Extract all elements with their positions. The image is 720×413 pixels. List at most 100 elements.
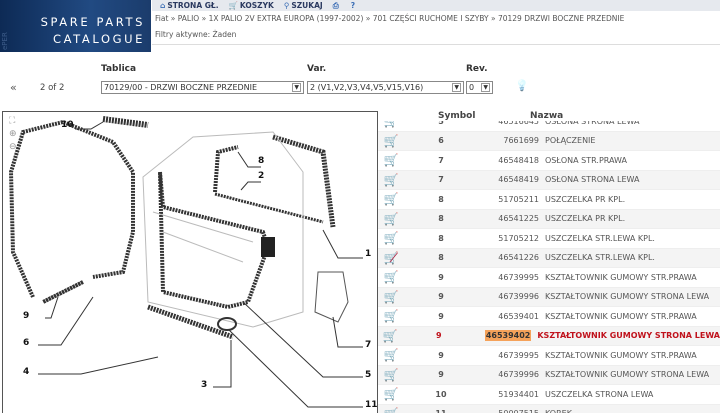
callout-4[interactable]: 4 xyxy=(23,367,29,377)
logo-side-text: ePER xyxy=(1,32,9,50)
nav-home[interactable]: ⌂ STRONA GŁ. xyxy=(160,1,219,10)
callout-9[interactable]: 9 xyxy=(23,311,29,321)
callout-3[interactable]: 3 xyxy=(201,380,207,390)
table-row[interactable]: 🛒 9 46739995 KSZTAŁTOWNIK GUMOWY STR.PRA… xyxy=(378,268,720,288)
callout-5[interactable]: 5 xyxy=(365,370,371,380)
add-to-cart-icon[interactable]: 🛒 xyxy=(380,387,402,401)
nav-label: KOSZYK xyxy=(239,1,274,10)
chevron-down-icon: ▼ xyxy=(452,83,461,92)
chevron-down-icon: ▼ xyxy=(292,83,301,92)
add-to-cart-icon[interactable]: 🛒 xyxy=(380,121,402,128)
ref-number: 9 xyxy=(438,311,444,321)
rev-select[interactable]: 0 ▼ xyxy=(466,81,493,94)
lightbulb-icon[interactable]: 💡 xyxy=(515,79,529,92)
add-to-cart-icon[interactable]: 🛒 xyxy=(380,368,402,382)
add-to-cart-icon[interactable]: 🛒 xyxy=(380,290,402,304)
table-row[interactable]: 🛒 7 46548418 OSŁONA STR.PRAWA xyxy=(378,151,720,171)
nav-print[interactable]: ⎙ xyxy=(333,1,341,11)
ref-number: 9 xyxy=(438,272,444,282)
ref-number: 5 xyxy=(438,121,444,126)
prev-page-button[interactable]: « xyxy=(10,81,17,94)
ref-number: 11 xyxy=(424,409,458,413)
tablica-value: 70129/00 - DRZWI BOCZNE PRZEDNIE xyxy=(104,83,258,92)
cart-unavailable-icon[interactable]: 🛒̸ xyxy=(380,251,402,265)
table-row[interactable]: 🛒 9 46739996 KSZTAŁTOWNIK GUMOWY STRONA … xyxy=(378,365,720,385)
table-row[interactable]: 🛒 10 51934401 USZCZELKA STRONA LEWA xyxy=(378,385,720,405)
symbol-header: Symbol xyxy=(438,111,476,121)
part-name: KSZTAŁTOWNIK GUMOWY STRONA LEWA xyxy=(537,331,720,341)
ref-number: 9 xyxy=(436,331,442,341)
table-row[interactable]: 🛒 7 46548419 OSŁONA STRONA LEWA xyxy=(378,170,720,190)
part-name: OSŁONA STRONA LEWA xyxy=(545,175,640,185)
table-row[interactable]: 🛒 11 50007515 KOREK xyxy=(378,404,720,413)
table-row[interactable]: 🛒 5 46516645 OSŁONA STRONA LEWA xyxy=(378,121,720,132)
breadcrumb[interactable]: Fiat » PALIO » 1X PALIO 2V EXTRA EUROPA … xyxy=(155,14,624,23)
table-row[interactable]: 🛒 9 46739995 KSZTAŁTOWNIK GUMOWY STR.PRA… xyxy=(378,346,720,366)
search-icon: ⚲ xyxy=(283,1,290,10)
ref-number: 6 xyxy=(438,136,444,146)
nav-help[interactable]: ? xyxy=(351,1,357,10)
callout-1[interactable]: 1 xyxy=(365,249,371,259)
symbol: 7661699 xyxy=(503,136,539,146)
var-select[interactable]: 2 (V1,V2,V3,V4,V5,V15,V16) ▼ xyxy=(307,81,464,94)
add-to-cart-icon[interactable]: 🛒 xyxy=(380,348,402,362)
ref-number: 8 xyxy=(438,214,444,224)
part-name: OSŁONA STRONA LEWA xyxy=(545,121,640,126)
divider xyxy=(152,44,720,45)
ref-number: 7 xyxy=(438,155,444,165)
ref-number: 8 xyxy=(438,194,444,204)
nav-cart[interactable]: 🛒 KOSZYK xyxy=(229,1,274,10)
part-name: USZCZELKA PR KPL. xyxy=(545,214,626,224)
table-row[interactable]: 🛒 8 46541225 USZCZELKA PR KPL. xyxy=(378,209,720,229)
rev-value: 0 xyxy=(469,83,475,92)
table-row[interactable]: 🛒 8 51705212 USZCZELKA STR.LEWA KPL. xyxy=(378,229,720,249)
rev-label: Rev. xyxy=(466,64,488,74)
table-row[interactable]: 🛒 8 51705211 USZCZELKA PR KPL. xyxy=(378,190,720,210)
parts-diagram[interactable]: ⛶ ⊕ ⊖ 10 8 2 1 9 6 4 3 5 7 11 xyxy=(2,111,378,413)
tablica-select[interactable]: 70129/00 - DRZWI BOCZNE PRZEDNIE ▼ xyxy=(101,81,304,94)
ref-number: 7 xyxy=(438,175,444,185)
add-to-cart-icon[interactable]: 🛒 xyxy=(380,153,402,167)
callout-10[interactable]: 10 xyxy=(61,120,74,130)
part-name: KOREK xyxy=(545,409,572,413)
callout-6[interactable]: 6 xyxy=(23,338,29,348)
symbol: 46548418 xyxy=(498,155,539,165)
part-name: USZCZELKA STR.LEWA KPL. xyxy=(545,253,655,263)
nav-search[interactable]: ⚲ SZUKAJ xyxy=(284,1,323,10)
part-name: KSZTAŁTOWNIK GUMOWY STR.PRAWA xyxy=(545,350,697,360)
table-row[interactable]: 🛒̸ 8 46541226 USZCZELKA STR.LEWA KPL. xyxy=(378,248,720,268)
add-to-cart-icon[interactable]: 🛒 xyxy=(380,173,402,187)
table-row[interactable]: 🛒 9 46539401 KSZTAŁTOWNIK GUMOWY STR.PRA… xyxy=(378,307,720,327)
add-to-cart-icon[interactable]: 🛒 xyxy=(380,407,402,413)
add-to-cart-icon[interactable]: 🛒 xyxy=(380,192,402,206)
part-name: USZCZELKA PR KPL. xyxy=(545,194,626,204)
table-row[interactable]: 🛒 9 46739996 KSZTAŁTOWNIK GUMOWY STRONA … xyxy=(378,287,720,307)
add-to-cart-icon[interactable]: 🛒 xyxy=(380,329,401,343)
callout-8[interactable]: 8 xyxy=(258,156,264,166)
door-drawing xyxy=(8,116,363,408)
logo: ePER SPARE PARTS CATALOGUE xyxy=(0,0,151,52)
add-to-cart-icon[interactable]: 🛒 xyxy=(380,212,402,226)
symbol: 51705212 xyxy=(498,233,539,243)
table-row[interactable]: 🛒 6 7661699 POŁĄCZENIE xyxy=(378,131,720,151)
cart-icon: 🛒 xyxy=(228,1,238,10)
add-to-cart-icon[interactable]: 🛒 xyxy=(380,309,402,323)
symbol: 46739995 xyxy=(498,272,539,282)
callout-7[interactable]: 7 xyxy=(365,340,371,350)
symbol: 46539402 xyxy=(484,330,532,342)
callout-11[interactable]: 11 xyxy=(365,400,378,410)
callout-2[interactable]: 2 xyxy=(258,171,264,181)
symbol: 51705211 xyxy=(498,194,539,204)
symbol: 50007515 xyxy=(458,409,539,413)
print-icon: ⎙ xyxy=(332,0,339,10)
add-to-cart-icon[interactable]: 🛒 xyxy=(380,134,402,148)
table-row[interactable]: 🛒 9 46539402 KSZTAŁTOWNIK GUMOWY STRONA … xyxy=(378,326,720,346)
page-indicator: 2 of 2 xyxy=(40,83,65,93)
ref-number: 9 xyxy=(438,370,444,380)
help-icon: ? xyxy=(350,1,356,10)
add-to-cart-icon[interactable]: 🛒 xyxy=(380,270,402,284)
part-name: KSZTAŁTOWNIK GUMOWY STR.PRAWA xyxy=(545,272,697,282)
add-to-cart-icon[interactable]: 🛒 xyxy=(380,231,402,245)
symbol: 46539401 xyxy=(498,311,539,321)
part-name: KSZTAŁTOWNIK GUMOWY STR.PRAWA xyxy=(545,311,697,321)
